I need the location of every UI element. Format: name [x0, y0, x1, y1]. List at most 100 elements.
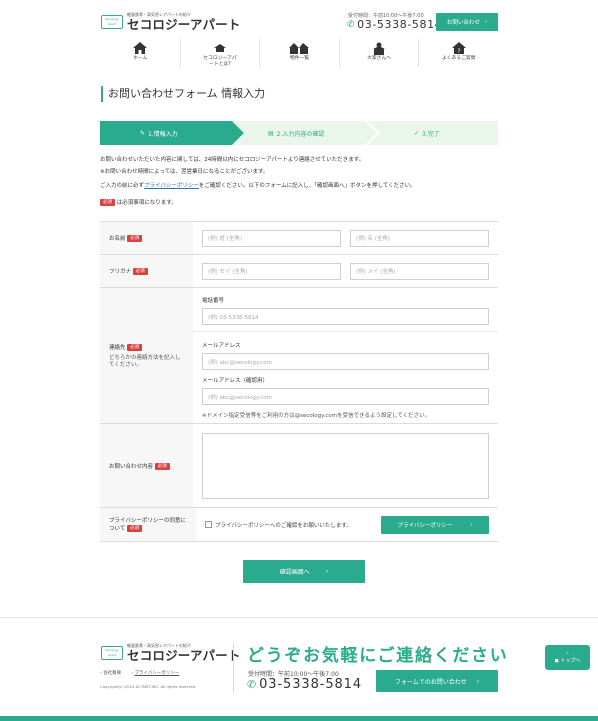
logo-mark: Secology Apart — [101, 645, 123, 660]
progress-steps: ✎ 1.情報入力 ▤ 2.入力内容の確認 ✓ 3.完了 — [100, 121, 498, 145]
required-badge: 必須 — [127, 235, 143, 242]
placeholder: (例) 03-5338-5814 — [208, 314, 259, 321]
privacy-checkbox-text: プライバシーポリシーへのご確認をお願いいたします。 — [215, 522, 352, 529]
owner-icon — [372, 41, 386, 55]
privacy-checkbox[interactable] — [205, 521, 212, 528]
privacy-button-label: プライバシーポリシー — [397, 522, 453, 529]
footer-slogan: どうぞお気軽にご連絡ください — [247, 646, 509, 666]
nav-label: よくあるご質問 — [441, 56, 476, 61]
email-label: メールアドレス — [202, 343, 241, 349]
privacy-policy-link[interactable]: プライバシーポリシー — [144, 183, 199, 189]
phone-icon: ✆ — [247, 678, 258, 691]
step-2: ▤ 2.入力内容の確認 — [268, 121, 324, 145]
chevron-right-icon: › — [476, 677, 480, 685]
back-to-top-button[interactable]: ⌃ ◼ トップへ — [545, 645, 590, 670]
pencil-icon: ✎ — [140, 129, 146, 137]
inquiry-textarea[interactable] — [202, 432, 489, 499]
placeholder: (例) セイ (全角) — [208, 269, 248, 275]
step-label: 2.入力内容の確認 — [276, 130, 325, 138]
footer-phone[interactable]: ✆ 03-5338-5814 — [247, 677, 362, 692]
nav-item-owner[interactable]: 大家さんへ — [338, 39, 419, 67]
furigana-label: フリガナ — [109, 269, 132, 275]
phone-icon: ✆ — [347, 19, 356, 30]
step-1: ✎ 1.情報入力 — [140, 121, 178, 145]
email-confirm-input[interactable]: (例) abc@secology.com — [202, 388, 489, 405]
contact-label: 連絡先 — [109, 344, 126, 351]
required-badge: 必須 — [127, 343, 143, 351]
contact-sub-label: どちらかの連絡方法を記入してください。 — [109, 354, 181, 368]
placeholder: (例) abc@secology.com — [208, 359, 272, 366]
last-kana-input[interactable]: (例) セイ (全角) — [202, 262, 341, 280]
houses-icon — [289, 41, 310, 55]
privacy-agree[interactable]: プライバシーポリシーへのご確認をお願いいたします。 — [205, 521, 352, 529]
intro-line-3: ご入力の前に必ずプライバシーポリシーをご確認ください。以下のフォームに記入し、「… — [100, 183, 416, 190]
header-contact-label: お問い合わせ — [446, 20, 480, 26]
site-logo[interactable]: Secology Apart 軽量鉄骨・高気密レアパートの紹介 セコロジーアパー… — [101, 12, 241, 31]
site-header: Secology Apart 軽量鉄骨・高気密レアパートの紹介 セコロジーアパー… — [0, 0, 598, 38]
global-nav: ホーム セコロジーアパートとは? 物件一覧 大家さんへ ? よくあるご質問 — [101, 39, 498, 67]
copyright: Copyright(c) 2014 ACTNET.INC. All rights… — [100, 684, 197, 689]
nav-item-about[interactable]: セコロジーアパートとは? — [179, 39, 260, 67]
footer-link-company[interactable]: › 会社概要 — [100, 670, 121, 676]
required-note-text: は必須事項になります。 — [116, 200, 177, 206]
placeholder: (例) メイ (全角) — [356, 269, 396, 275]
inquiry-label: お問い合わせ内容 — [109, 463, 154, 470]
required-badge: 必須 — [100, 199, 115, 206]
intro-line-2: ※お問い合わせ時間によっては、翌営業日になることがございます。 — [100, 169, 269, 175]
to-top-label: ◼ トップへ — [554, 657, 581, 664]
intro-text: をご確認ください。以下のフォームに記入し、「確認画面へ」ボタンを押してください。 — [198, 183, 416, 189]
required-badge: 必須 — [127, 524, 143, 532]
field-label: お名前 必須 — [100, 222, 193, 254]
confirm-button[interactable]: 確認画面へ › — [243, 560, 365, 583]
footer-vertical-divider — [233, 643, 234, 693]
first-kana-input[interactable]: (例) メイ (全角) — [350, 262, 489, 280]
placeholder: (例) abc@secology.com — [208, 394, 272, 401]
step-label: 3.完了 — [422, 130, 440, 138]
form-row-name: お名前 必須 (例) 姓 (全角) (例) 名 (全角) — [100, 222, 498, 255]
chevron-right-icon: › — [470, 521, 473, 528]
phone-input[interactable]: (例) 03-5338-5814 — [202, 308, 489, 325]
home-icon — [133, 41, 148, 55]
field-label: プライバシーポリシーの同意について 必須 — [100, 508, 196, 541]
to-top-text: トップへ — [560, 657, 581, 664]
privacy-policy-button[interactable]: プライバシーポリシー › — [381, 515, 489, 534]
confirm-button-label: 確認画面へ — [279, 569, 310, 576]
form-row-inquiry: お問い合わせ内容 必須 — [100, 424, 498, 508]
form-row-furigana: フリガナ 必須 (例) セイ (全角) (例) メイ (全角) — [100, 255, 498, 288]
logo-name: セコロジーアパート — [127, 17, 241, 32]
nav-item-faq[interactable]: ? よくあるご質問 — [418, 39, 498, 67]
email-confirm-label: メールアドレス（確認用） — [202, 378, 269, 384]
placeholder: (例) 姓 (全角) — [208, 236, 243, 242]
nav-item-home[interactable]: ホーム — [101, 39, 180, 67]
name-label: お名前 — [109, 236, 126, 242]
header-phone[interactable]: ✆ 03-5338-5814 — [347, 18, 442, 31]
field-label: 連絡先 必須 どちらかの連絡方法を記入してください。 — [100, 288, 193, 423]
chevron-right-icon: › — [484, 19, 488, 25]
footer-link-privacy[interactable]: › プライバシーポリシー — [131, 670, 179, 676]
required-note: 必須 は必須事項になります。 — [100, 199, 177, 207]
step-label: 1.情報入力 — [148, 130, 178, 138]
field-label: お問い合わせ内容 必須 — [100, 424, 193, 507]
email-input[interactable]: (例) abc@secology.com — [202, 353, 489, 370]
faq-house-icon: ? — [451, 41, 466, 55]
logo-mark: Secology Apart — [101, 14, 123, 29]
required-badge: 必須 — [154, 462, 170, 470]
check-circle-icon: ✓ — [414, 129, 420, 137]
footer-form-button[interactable]: フォームでのお問い合わせ › — [376, 670, 498, 692]
header-contact-button[interactable]: お問い合わせ › — [436, 13, 498, 31]
required-badge: 必須 — [132, 268, 148, 275]
page-title: お問い合わせフォーム 情報入力 — [101, 86, 265, 102]
header-phone-number: 03-5338-5814 — [357, 18, 443, 31]
last-name-input[interactable]: (例) 姓 (全角) — [202, 229, 341, 247]
first-name-input[interactable]: (例) 名 (全角) — [350, 229, 489, 247]
form-row-contact: 連絡先 必須 どちらかの連絡方法を記入してください。 電話番号 (例) 03-5… — [100, 288, 498, 424]
phone-label: 電話番号 — [202, 298, 225, 304]
clipboard-icon: ▤ — [268, 129, 274, 137]
placeholder: (例) 名 (全角) — [356, 236, 391, 242]
footer-phone-number: 03-5338-5814 — [259, 677, 363, 692]
nav-label: セコロジーアパートとは? — [203, 56, 237, 67]
footer-link-label: プライバシーポリシー — [134, 671, 180, 676]
nav-item-properties[interactable]: 物件一覧 — [259, 39, 339, 67]
contact-form: お名前 必須 (例) 姓 (全角) (例) 名 (全角) フリガナ 必須 (例)… — [100, 221, 498, 542]
footer-logo[interactable]: Secology Apart 軽量鉄骨・高気密レアパートの紹介 セコロジーアパー… — [101, 643, 241, 662]
